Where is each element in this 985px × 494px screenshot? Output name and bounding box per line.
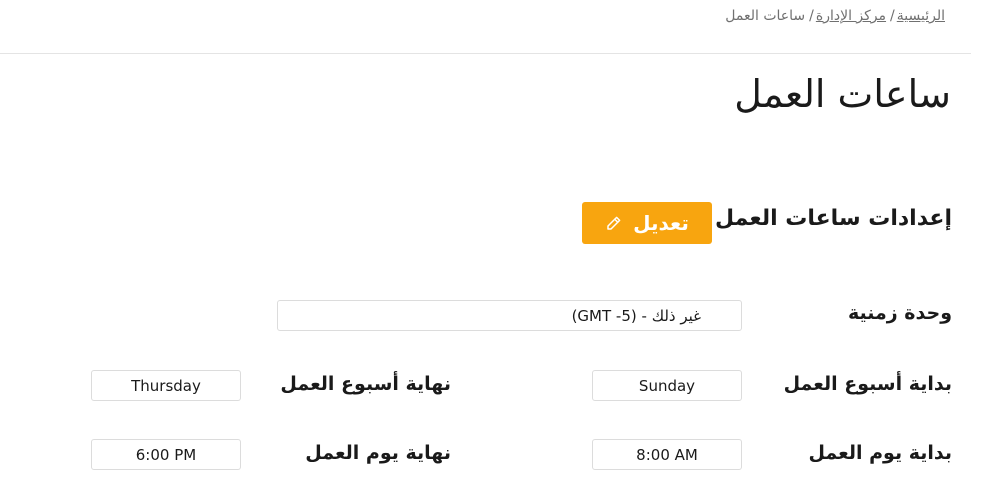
day-end-label: نهاية يوم العمل: [305, 442, 451, 464]
breadcrumb-separator: /: [809, 8, 814, 24]
week-end-field[interactable]: Thursday: [91, 370, 241, 401]
pencil-icon: [605, 214, 623, 232]
week-start-field[interactable]: Sunday: [592, 370, 742, 401]
edit-button[interactable]: تعديل: [582, 202, 712, 244]
day-start-field[interactable]: 8:00 AM: [592, 439, 742, 470]
breadcrumb-home-link[interactable]: الرئيسية: [897, 8, 945, 24]
week-end-label: نهاية أسبوع العمل: [280, 373, 451, 395]
section-title: إعدادات ساعات العمل: [715, 206, 952, 231]
day-start-label: بداية يوم العمل: [808, 442, 952, 464]
day-end-field[interactable]: 6:00 PM: [91, 439, 241, 470]
breadcrumb-admin-link[interactable]: مركز الإدارة: [816, 8, 886, 24]
timezone-label: وحدة زمنية: [847, 302, 952, 324]
breadcrumb-separator: /: [890, 8, 895, 24]
week-start-label: بداية أسبوع العمل: [783, 373, 952, 395]
header-divider: [0, 53, 971, 54]
edit-button-label: تعديل: [633, 211, 689, 235]
breadcrumb: الرئيسية/مركز الإدارة/ساعات العمل: [725, 8, 945, 24]
timezone-field[interactable]: (GMT -5) - غير ذلك: [277, 300, 742, 331]
breadcrumb-current: ساعات العمل: [725, 8, 806, 24]
page-title: ساعات العمل: [734, 72, 951, 116]
